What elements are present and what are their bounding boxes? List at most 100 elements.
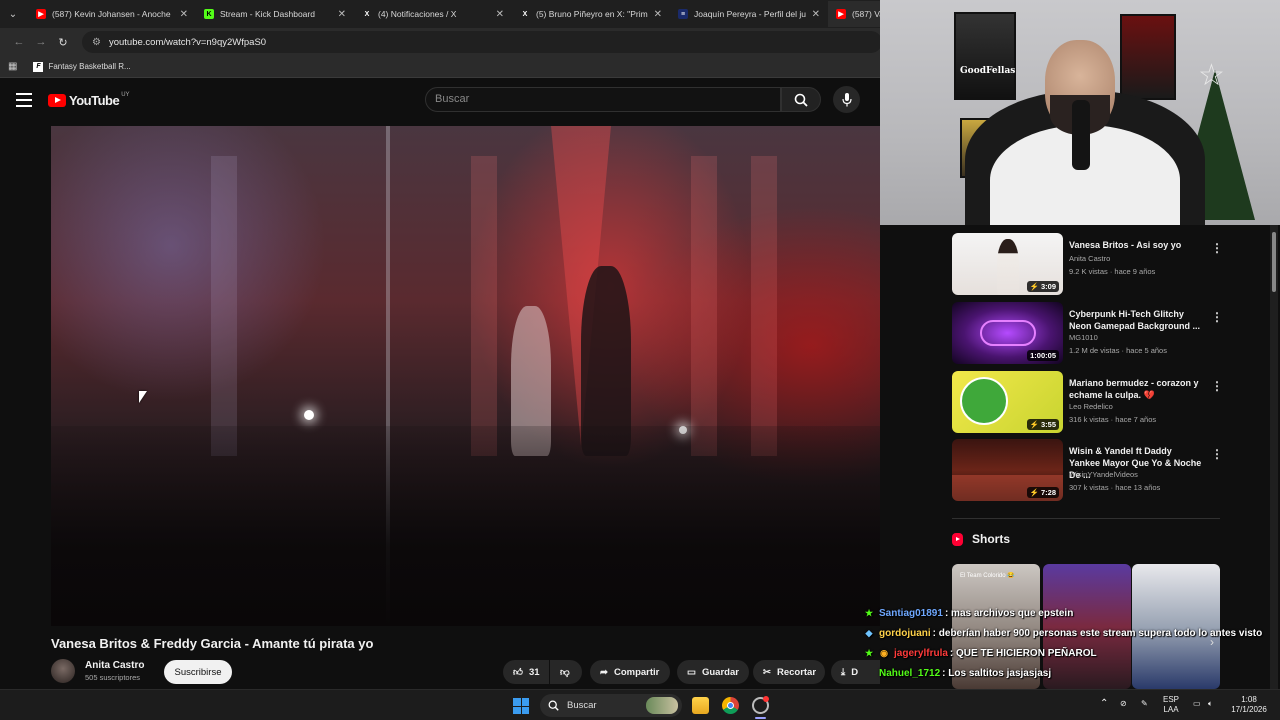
- warning-badge-icon: ◉: [880, 647, 888, 658]
- stage-pillar: [751, 156, 777, 456]
- recommended-title[interactable]: Cyberpunk Hi-Tech Glitchy Neon Gamepad B…: [1069, 308, 1204, 332]
- webcam-overlay: GoodFellas ☆: [880, 0, 1280, 225]
- video-title: Vanesa Britos & Freddy Garcia - Amante t…: [51, 636, 374, 651]
- download-label: D: [851, 666, 859, 678]
- save-button[interactable]: ▭ Guardar: [677, 660, 749, 684]
- recommended-title[interactable]: Vanesa Britos - Asi soy yo: [1069, 239, 1204, 251]
- channel-name[interactable]: Anita Castro: [85, 660, 144, 671]
- tab-close-icon[interactable]: ✕: [496, 9, 504, 20]
- tab-close-icon[interactable]: ✕: [654, 9, 662, 20]
- country-code: UY: [121, 92, 130, 98]
- forward-arrow-icon[interactable]: →: [30, 36, 52, 48]
- subscriber-star-badge-icon: ★: [864, 607, 874, 618]
- chat-text: : Los saltitos jasjasjasj: [942, 667, 1052, 679]
- shorts-label: Shorts: [972, 532, 1011, 546]
- share-button[interactable]: ➦ Compartir: [590, 660, 670, 684]
- more-options-icon[interactable]: ⋮: [1211, 447, 1223, 461]
- tab-close-icon[interactable]: ✕: [338, 9, 346, 20]
- search-input[interactable]: Buscar: [425, 87, 781, 112]
- recommended-video[interactable]: ⚡ 3:09 Vanesa Britos - Asi soy yo Anita …: [952, 233, 1223, 297]
- bookmark-fantasy-basketball[interactable]: Fantasy Basketball R...: [48, 62, 130, 71]
- recording-dot: [763, 696, 769, 702]
- voice-search-button[interactable]: [833, 86, 860, 113]
- chrome-icon[interactable]: [722, 697, 739, 714]
- search-button[interactable]: [781, 87, 821, 112]
- share-arrow-icon: ➦: [600, 666, 608, 678]
- video-thumbnail[interactable]: ⚡ 3:55: [952, 371, 1063, 433]
- browser-tab[interactable]: ≡ Joaquín Pereyra - Perfil del jug ✕: [670, 1, 828, 27]
- recommended-channel[interactable]: Leo Redelico: [1069, 402, 1113, 411]
- browser-tab[interactable]: K Stream - Kick Dashboard ✕: [196, 1, 354, 27]
- thumbnail-circle: [960, 377, 1008, 425]
- goodfellas-poster: GoodFellas: [954, 12, 1016, 100]
- recommended-video[interactable]: ⚡ 7:28 Wisin & Yandel ft Daddy Yankee Ma…: [952, 439, 1223, 503]
- recommended-video[interactable]: 1:00:05 Cyberpunk Hi-Tech Glitchy Neon G…: [952, 302, 1223, 366]
- x-favicon-icon: X: [522, 10, 528, 18]
- url-field[interactable]: ⚙ youtube.com/watch?v=n9qy2WfpaS0: [82, 31, 882, 53]
- fantasy-bookmark-icon: F: [33, 61, 44, 72]
- browser-tab[interactable]: X (5) Bruno Piñeyro en X: "Primer ✕: [512, 1, 670, 27]
- dislike-button[interactable]: 👎︎: [550, 660, 582, 684]
- subscribe-button[interactable]: Suscribirse: [164, 660, 232, 684]
- recommended-title[interactable]: Mariano bermudez - corazon y echame la c…: [1069, 377, 1204, 401]
- tab-title: (4) Notificaciones / X: [378, 9, 457, 19]
- language-code: ESP: [1163, 695, 1180, 704]
- recommended-video[interactable]: ⚡ 3:55 Mariano bermudez - corazon y echa…: [952, 371, 1223, 435]
- taskbar-search[interactable]: Buscar: [540, 694, 682, 717]
- video-thumbnail[interactable]: 1:00:05: [952, 302, 1063, 364]
- studio-microphone: [1072, 100, 1090, 170]
- chat-message: ★ Santiag01891 : mas archivos que epstei…: [864, 603, 1280, 623]
- reload-icon[interactable]: ↻: [52, 36, 74, 49]
- tab-close-icon[interactable]: ✕: [812, 9, 820, 20]
- like-button[interactable]: 👍︎ 31: [503, 660, 549, 684]
- volume-icon[interactable]: 🔈︎: [1208, 699, 1213, 709]
- shorts-logo-icon: [952, 532, 963, 546]
- display-icon[interactable]: ▭: [1193, 699, 1201, 709]
- clock[interactable]: 1:08 17/1/2026: [1226, 695, 1272, 715]
- thumbs-up-icon: 👍︎: [513, 667, 523, 678]
- video-thumbnail[interactable]: ⚡ 7:28: [952, 439, 1063, 501]
- network-icon[interactable]: ⊘: [1120, 699, 1127, 709]
- channel-avatar[interactable]: [51, 659, 75, 683]
- site-info-icon[interactable]: ⚙: [92, 37, 101, 48]
- youtube-favicon-icon: ▶: [836, 9, 846, 19]
- recommended-channel[interactable]: Anita Castro: [1069, 254, 1110, 263]
- language-indicator[interactable]: ESP LAA: [1163, 695, 1179, 715]
- tab-close-icon[interactable]: ✕: [180, 9, 188, 20]
- tray-chevron-icon[interactable]: ⌃: [1100, 699, 1108, 709]
- video-thumbnail[interactable]: ⚡ 3:09: [952, 233, 1063, 295]
- more-options-icon[interactable]: ⋮: [1211, 310, 1223, 324]
- video-player[interactable]: [51, 126, 880, 626]
- gamepad-shape: [980, 320, 1036, 346]
- youtube-logo[interactable]: YouTube UY: [48, 92, 130, 108]
- chat-message: ◆ gordojuani : deberían haber 900 person…: [864, 623, 1280, 643]
- scissors-icon: ✂: [763, 666, 771, 678]
- apps-grid-icon[interactable]: ▦: [8, 61, 17, 72]
- more-options-icon[interactable]: ⋮: [1211, 379, 1223, 393]
- menu-hamburger-icon[interactable]: [16, 93, 32, 107]
- pen-icon[interactable]: ✎: [1141, 699, 1148, 709]
- browser-tab[interactable]: X (4) Notificaciones / X ✕: [354, 1, 512, 27]
- stage-pillar: [211, 156, 237, 456]
- recommended-channel[interactable]: MG1010: [1069, 333, 1098, 342]
- recommended-meta: 307 k vistas · hace 13 años: [1069, 483, 1161, 492]
- kick-favicon-icon: K: [204, 9, 214, 19]
- tab-title: (5) Bruno Piñeyro en X: "Primer: [536, 9, 648, 19]
- stage-spotlight: [304, 410, 314, 420]
- clip-button[interactable]: ✂ Recortar: [753, 660, 825, 684]
- streaming-app-icon[interactable]: [752, 696, 769, 714]
- mouse-cursor-icon: [139, 391, 147, 403]
- scrollbar-thumb[interactable]: [1272, 232, 1276, 292]
- back-arrow-icon[interactable]: ←: [8, 36, 30, 48]
- windows-start-icon[interactable]: [513, 698, 529, 714]
- more-options-icon[interactable]: ⋮: [1211, 241, 1223, 255]
- youtube-wordmark: YouTube: [69, 92, 120, 108]
- tab-search-chevron-icon[interactable]: ⌄: [4, 5, 22, 23]
- clock-time: 1:08: [1241, 695, 1257, 704]
- clock-date: 17/1/2026: [1231, 705, 1267, 714]
- browser-tab[interactable]: ▶ (587) Kevin Johansen - Anoche ✕: [28, 1, 196, 27]
- recommended-channel[interactable]: WisinYYandelVideos: [1069, 470, 1138, 479]
- recommended-meta: 1.2 M de vistas · hace 5 años: [1069, 346, 1167, 355]
- file-explorer-icon[interactable]: [692, 697, 709, 714]
- stream-chat-overlay: ★ Santiag01891 : mas archivos que epstei…: [864, 603, 1280, 683]
